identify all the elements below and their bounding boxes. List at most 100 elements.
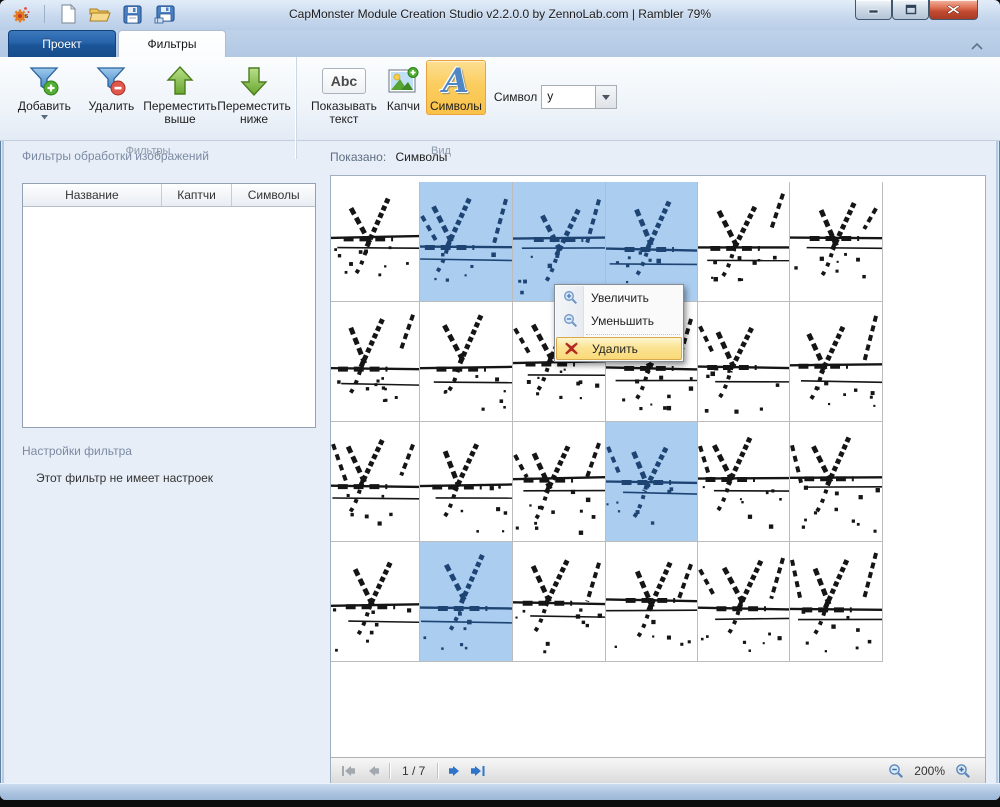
ribbon-group-filters: Добавить Удалить: [0, 57, 296, 159]
menu-item-zoom-in[interactable]: Увеличить: [556, 286, 682, 309]
collapse-ribbon-button[interactable]: [970, 38, 986, 50]
symbol-grid-row: [331, 542, 883, 662]
ribbon-group-view: Abc Показывать текст: [296, 57, 585, 159]
symbol-combobox-dropdown[interactable]: [595, 86, 616, 108]
column-header-captchas[interactable]: Каптчи: [161, 184, 232, 206]
symbol-cell[interactable]: [331, 542, 420, 662]
symbol-glyph: [790, 422, 882, 541]
symbol-combo-label: Символ: [494, 90, 537, 104]
first-page-icon: [341, 765, 357, 777]
symbols-panel: Увеличить Уменьшить: [330, 175, 986, 784]
column-header-symbols[interactable]: Символы: [231, 184, 315, 206]
filter-settings-empty-text: Этот фильтр не имеет настроек: [36, 471, 213, 485]
funnel-add-icon: [27, 62, 61, 100]
symbol-cell[interactable]: [331, 422, 420, 542]
symbol-cell[interactable]: [698, 182, 790, 302]
symbol-glyph: [513, 422, 605, 541]
symbol-combobox-value: y: [542, 86, 595, 108]
filters-table-body[interactable]: [23, 207, 315, 428]
zoom-out-button[interactable]: [884, 763, 908, 779]
move-up-label: Переместить выше: [143, 100, 217, 126]
minimize-icon: [868, 5, 880, 14]
symbol-cell[interactable]: [698, 542, 790, 662]
zoom-controls: 200%: [884, 763, 985, 779]
remove-filter-label: Удалить: [88, 100, 134, 113]
symbol-glyph: [420, 182, 512, 301]
app-window: s: [0, 0, 1000, 800]
symbol-cell[interactable]: [606, 542, 698, 662]
symbol-cell[interactable]: [790, 182, 883, 302]
filter-settings-title: Настройки фильтра: [22, 444, 132, 458]
symbols-view-label: Символы: [430, 100, 482, 113]
symbol-glyph: [790, 182, 882, 301]
symbol-cell[interactable]: [698, 302, 790, 422]
add-filter-button[interactable]: Добавить: [10, 60, 79, 122]
symbol-cell[interactable]: [420, 302, 513, 422]
symbol-glyph: [420, 302, 512, 421]
move-up-button[interactable]: Переместить выше: [144, 60, 216, 128]
zoom-out-icon: [556, 313, 584, 328]
window-title: CapMonster Module Creation Studio v2.2.0…: [0, 7, 1000, 21]
symbol-cell-selected[interactable]: [606, 422, 698, 542]
zoom-out-magnifier-icon: [888, 763, 904, 779]
next-page-icon: [447, 765, 462, 777]
zoom-in-icon: [556, 290, 584, 305]
symbol-cell[interactable]: [790, 302, 883, 422]
title-bar: s: [0, 0, 1000, 30]
add-filter-label: Добавить: [18, 100, 71, 113]
funnel-remove-icon: [94, 62, 128, 100]
symbol-combobox[interactable]: y: [541, 85, 617, 109]
zoom-level: 200%: [914, 764, 945, 778]
symbol-glyph: [698, 182, 789, 301]
tab-project-label: Проект: [42, 37, 82, 51]
symbol-cell[interactable]: [790, 542, 883, 662]
page-indicator: 1 / 7: [394, 764, 433, 778]
symbol-glyph: [331, 302, 419, 421]
move-down-label: Переместить ниже: [217, 100, 291, 126]
minimize-button[interactable]: [855, 0, 892, 20]
next-page-button[interactable]: [442, 763, 466, 779]
last-page-button[interactable]: [466, 763, 490, 779]
move-down-button[interactable]: Переместить ниже: [218, 60, 290, 128]
menu-item-delete[interactable]: Удалить: [556, 337, 682, 360]
left-panel-title: Фильтры обработки изображений: [22, 149, 209, 163]
symbol-cell[interactable]: [420, 422, 513, 542]
column-header-name[interactable]: Название: [23, 184, 161, 206]
remove-filter-button[interactable]: Удалить: [81, 60, 142, 115]
symbol-cell-selected[interactable]: [420, 182, 513, 302]
symbol-cell[interactable]: [698, 422, 790, 542]
symbol-cell[interactable]: [790, 422, 883, 542]
abc-icon: Abc: [322, 62, 366, 100]
symbols-view-button[interactable]: A Символы: [426, 60, 486, 115]
symbol-cell[interactable]: [513, 542, 606, 662]
previous-page-button[interactable]: [361, 763, 385, 779]
captcha-image-icon: [387, 62, 419, 100]
show-text-label: Показывать текст: [311, 100, 377, 126]
menu-label-zoom-in: Увеличить: [584, 291, 649, 305]
chevron-down-icon: [602, 95, 610, 100]
symbol-letter-icon: A: [443, 62, 469, 100]
tab-filters[interactable]: Фильтры: [118, 30, 226, 57]
symbol-cell-selected[interactable]: [420, 542, 513, 662]
close-icon: [947, 4, 960, 15]
move-down-icon: [239, 62, 269, 100]
close-button[interactable]: [929, 0, 978, 20]
last-page-icon: [470, 765, 486, 777]
menu-separator: [586, 334, 680, 335]
menu-item-zoom-out[interactable]: Уменьшить: [556, 309, 682, 332]
maximize-button[interactable]: [892, 0, 929, 20]
filters-table[interactable]: Название Каптчи Символы: [22, 183, 316, 428]
symbol-glyph: [420, 542, 512, 661]
captchas-view-button[interactable]: Капчи: [383, 60, 424, 115]
symbol-cell[interactable]: [331, 302, 420, 422]
tab-project[interactable]: Проект: [8, 30, 116, 57]
window-controls: [855, 0, 978, 20]
maximize-icon: [905, 4, 917, 15]
first-page-button[interactable]: [337, 763, 361, 779]
symbol-glyph: [790, 302, 882, 421]
pager-bar: 1 / 7: [331, 757, 985, 783]
zoom-in-button[interactable]: [951, 763, 975, 779]
symbol-cell[interactable]: [331, 182, 420, 302]
show-text-button[interactable]: Abc Показывать текст: [307, 60, 381, 128]
symbol-cell[interactable]: [513, 422, 606, 542]
